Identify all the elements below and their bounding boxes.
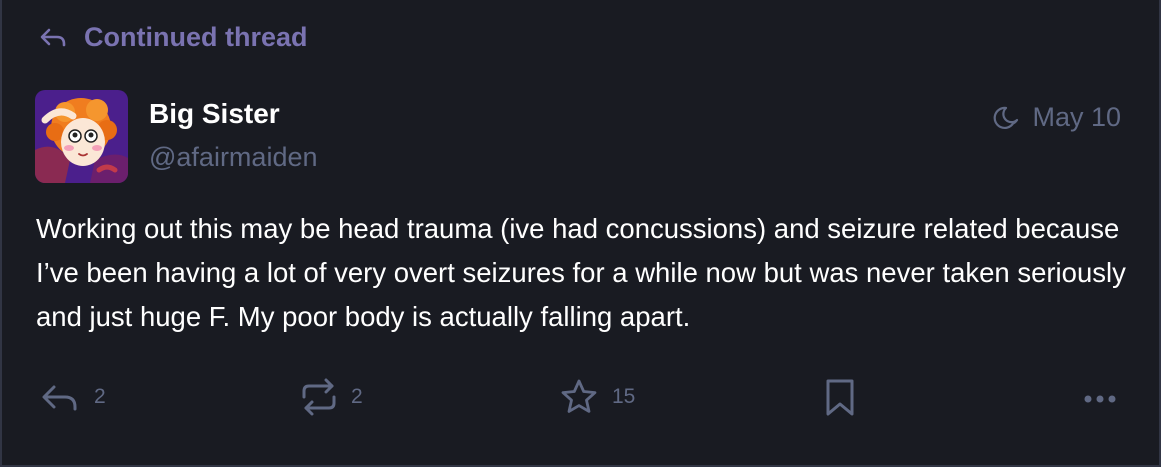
display-name[interactable]: Big Sister bbox=[149, 98, 280, 130]
status-date: May 10 bbox=[1032, 102, 1121, 132]
reply-count: 2 bbox=[94, 385, 106, 408]
account-handle[interactable]: @afairmaiden bbox=[149, 142, 318, 173]
reply-button[interactable]: 2 bbox=[40, 374, 106, 420]
boost-count: 2 bbox=[351, 385, 363, 408]
continued-thread-indicator[interactable]: Continued thread bbox=[38, 20, 308, 54]
moon-icon bbox=[993, 104, 1021, 132]
avatar[interactable] bbox=[35, 90, 128, 183]
boost-icon bbox=[301, 377, 337, 417]
star-icon bbox=[560, 378, 598, 416]
bookmark-button[interactable] bbox=[822, 374, 858, 420]
boost-button[interactable]: 2 bbox=[301, 374, 363, 420]
continued-thread-label: Continued thread bbox=[84, 21, 308, 52]
favourite-count: 15 bbox=[612, 385, 636, 408]
status-content: Working out this may be head trauma (ive… bbox=[36, 213, 1126, 332]
favourite-button[interactable]: 15 bbox=[560, 374, 635, 420]
more-icon bbox=[1082, 377, 1118, 417]
more-options-button[interactable] bbox=[1082, 374, 1118, 420]
status-meta[interactable]: May 10 bbox=[993, 102, 1121, 133]
bookmark-icon bbox=[822, 377, 858, 417]
reply-icon bbox=[38, 25, 68, 49]
status-card[interactable]: Continued thread Big Sister @afairmaiden bbox=[0, 0, 1161, 467]
reply-icon bbox=[40, 379, 80, 415]
